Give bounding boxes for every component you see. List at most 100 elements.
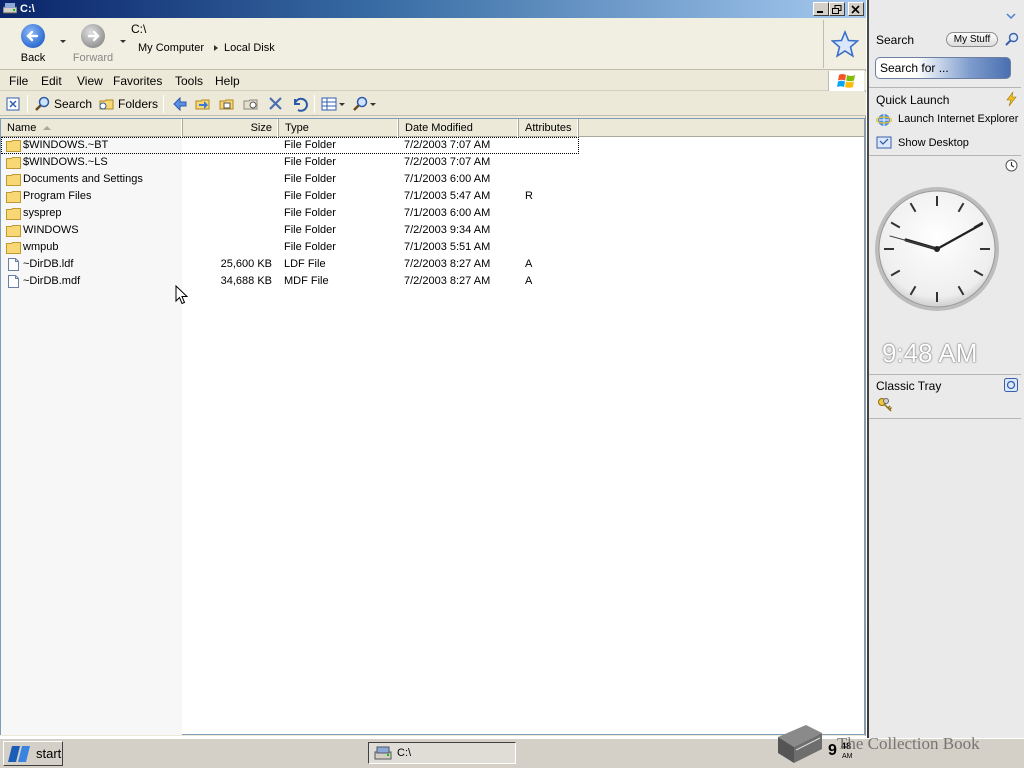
up-folder-icon[interactable] [171, 95, 189, 113]
column-label-date: Date Modified [405, 122, 473, 134]
file-date: 7/1/2003 6:00 AM [404, 207, 491, 219]
table-row[interactable]: Program Files File Folder 7/1/2003 5:47 … [1, 188, 579, 205]
star-icon [831, 30, 859, 58]
title-bar[interactable]: C:\ [0, 0, 866, 18]
file-date: 7/2/2003 9:34 AM [404, 224, 491, 236]
section-divider [869, 418, 1021, 419]
internet-explorer-icon [876, 114, 892, 126]
column-header-date-modified[interactable]: Date Modified [399, 119, 519, 137]
drive-icon [3, 3, 17, 14]
file-type: File Folder [284, 241, 336, 253]
file-attributes: A [525, 275, 533, 287]
move-to-icon[interactable] [194, 95, 212, 113]
file-type: File Folder [284, 224, 336, 236]
restore-button[interactable] [829, 2, 845, 16]
toolbar-separator [27, 95, 28, 113]
file-icon [8, 258, 19, 271]
folder-icon [6, 191, 21, 203]
delete-icon[interactable] [267, 95, 285, 113]
file-type: MDF File [284, 275, 329, 287]
table-row[interactable]: $WINDOWS.~LS File Folder 7/2/2003 7:07 A… [1, 154, 579, 171]
minimize-icon [817, 11, 823, 13]
tray-clock-hour[interactable]: 9 [828, 742, 837, 760]
folders-button[interactable]: Folders [118, 97, 158, 111]
menu-help[interactable]: Help [215, 74, 240, 88]
forward-label: Forward [72, 52, 114, 64]
file-date: 7/1/2003 6:00 AM [404, 173, 491, 185]
menu-tools[interactable]: Tools [175, 74, 203, 88]
table-row[interactable]: sysprep File Folder 7/1/2003 6:00 AM [1, 205, 579, 222]
table-row[interactable]: $WINDOWS.~BT File Folder 7/2/2003 7:07 A… [1, 137, 579, 154]
back-dropdown-icon[interactable] [60, 40, 68, 46]
column-header-attributes[interactable]: Attributes [519, 119, 579, 137]
folder-icon [6, 174, 21, 186]
quick-launch-item-show-desktop[interactable]: Show Desktop [898, 137, 1020, 149]
menu-bar: File Edit View Favorites Tools Help [0, 71, 866, 91]
table-row[interactable]: ~DirDB.mdf 34,688 KB MDF File 7/2/2003 8… [1, 273, 579, 290]
menu-view[interactable]: View [77, 74, 103, 88]
views-icon[interactable] [321, 95, 347, 113]
column-label-type: Type [285, 122, 309, 134]
table-row[interactable]: Documents and Settings File Folder 7/1/2… [1, 171, 579, 188]
column-label-name: Name [7, 122, 37, 134]
file-date: 7/1/2003 5:51 AM [404, 241, 491, 253]
windows-start-icon [8, 746, 30, 762]
file-date: 7/2/2003 8:27 AM [404, 275, 491, 287]
section-divider [869, 155, 1021, 156]
table-row[interactable]: WINDOWS File Folder 7/2/2003 9:34 AM [1, 222, 579, 239]
menu-edit[interactable]: Edit [41, 74, 62, 88]
file-name: $WINDOWS.~BT [23, 139, 109, 151]
table-row[interactable]: wmpub File Folder 7/1/2003 5:51 AM [1, 239, 579, 256]
search-icon[interactable] [34, 95, 52, 113]
taskbar-item-explorer[interactable]: C:\ [368, 742, 516, 764]
file-date: 7/2/2003 7:07 AM [404, 156, 491, 168]
close-pane-icon[interactable] [6, 95, 22, 113]
folder-options-icon[interactable] [242, 95, 260, 113]
show-desktop-icon [876, 136, 892, 149]
file-size: 25,600 KB [220, 258, 272, 270]
table-row[interactable]: ~DirDB.ldf 25,600 KB LDF File 7/2/2003 8… [1, 256, 579, 273]
breadcrumb-my-computer[interactable]: My Computer [138, 42, 204, 54]
column-label-size: Size [250, 122, 272, 134]
file-name: Program Files [23, 190, 92, 202]
forward-button[interactable]: Forward [71, 22, 115, 66]
undo-icon[interactable] [290, 95, 308, 113]
search-magnifier-icon[interactable] [1005, 32, 1019, 46]
address-path[interactable]: C:\ [131, 22, 146, 36]
copy-to-icon[interactable] [218, 95, 236, 113]
back-button[interactable]: Back [11, 22, 55, 66]
favorites-star-button[interactable] [823, 20, 865, 68]
minimize-button[interactable] [813, 2, 829, 16]
search-button[interactable]: Search [54, 97, 92, 111]
keys-tray-icon[interactable] [877, 397, 893, 413]
file-list-view[interactable]: Name Size Type Date Modified Attributes … [0, 118, 865, 735]
file-type: File Folder [284, 173, 336, 185]
forward-dropdown-icon[interactable] [120, 40, 128, 46]
back-arrow-icon [21, 24, 45, 48]
file-type: File Folder [284, 156, 336, 168]
menu-file[interactable]: File [9, 74, 28, 88]
clock-settings-icon[interactable] [1005, 159, 1018, 172]
section-divider [869, 374, 1021, 375]
quick-launch-item-internet-explorer[interactable]: Launch Internet Explorer Browser [898, 113, 1020, 125]
classic-tray-settings-icon[interactable] [1004, 378, 1018, 392]
column-header-type[interactable]: Type [279, 119, 399, 137]
file-attributes: A [525, 258, 533, 270]
forward-arrow-icon [81, 24, 105, 48]
folders-icon[interactable] [98, 95, 116, 113]
classic-tray-title: Classic Tray [876, 379, 942, 393]
my-stuff-button[interactable]: My Stuff [946, 32, 998, 47]
breadcrumb-local-disk[interactable]: Local Disk [224, 42, 275, 54]
column-header-name[interactable]: Name [1, 119, 183, 137]
sidebar-menu-chevron-icon[interactable] [1006, 13, 1016, 21]
menu-favorites[interactable]: Favorites [113, 74, 162, 88]
column-headers: Name Size Type Date Modified Attributes [1, 119, 864, 137]
file-name: WINDOWS [23, 224, 79, 236]
sidebar-search-input[interactable]: Search for ... [875, 57, 1011, 79]
sort-ascending-icon [43, 126, 51, 130]
start-button[interactable]: start [3, 741, 63, 766]
window-title: C:\ [20, 3, 35, 15]
search-options-icon[interactable] [352, 95, 378, 113]
column-header-size[interactable]: Size [183, 119, 279, 137]
close-button[interactable] [848, 2, 864, 16]
